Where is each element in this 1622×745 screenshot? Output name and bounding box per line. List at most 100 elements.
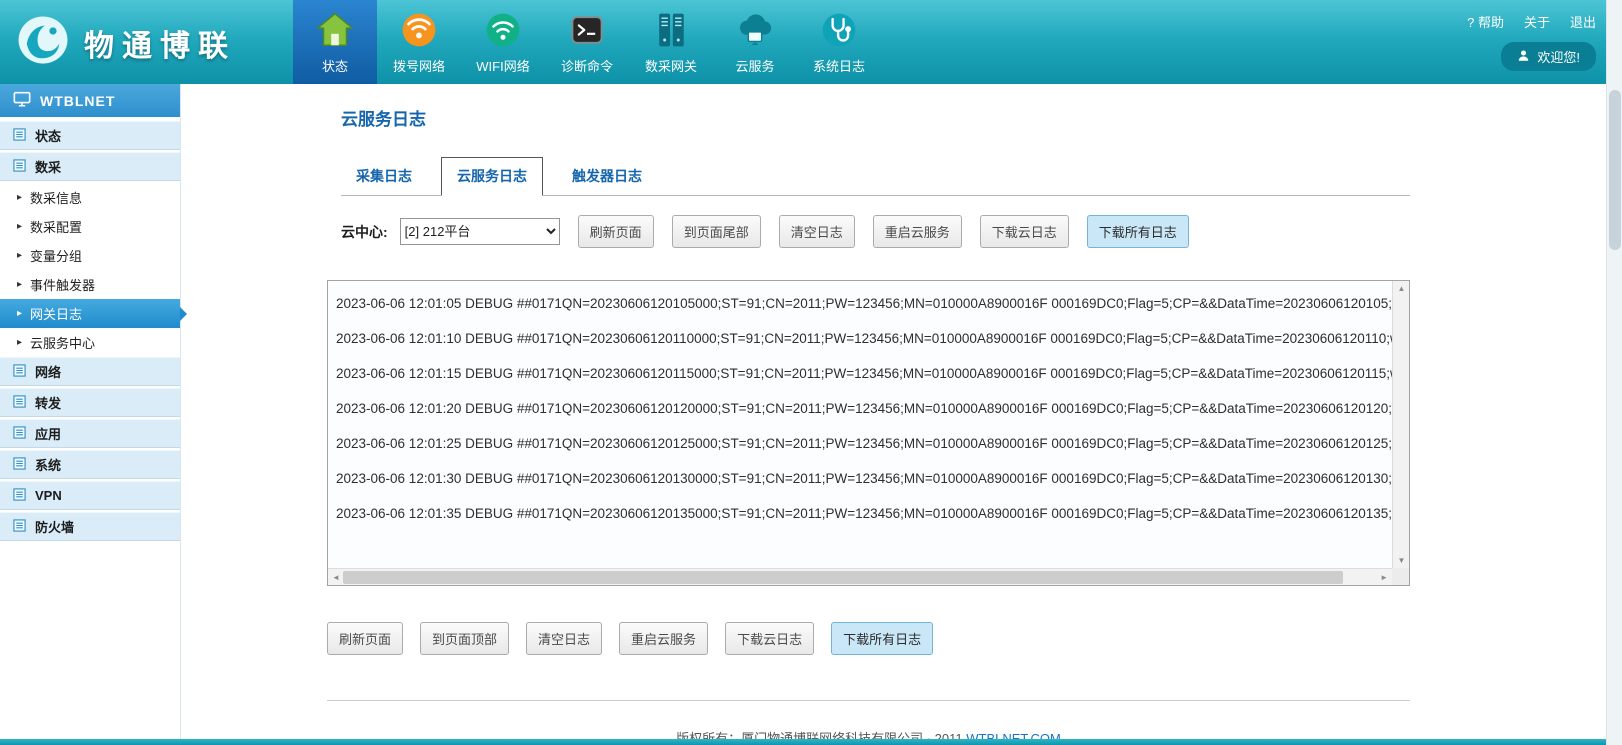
list-icon (13, 364, 26, 380)
sidebar-item-event-trigger[interactable]: ▸ 事件触发器 (0, 270, 180, 299)
scroll-up-icon[interactable]: ▲ (1393, 284, 1410, 293)
user-icon (1517, 49, 1530, 65)
goto-page-bottom-button[interactable]: 到页面尾部 (672, 215, 761, 248)
nav-label: 数采网关 (645, 56, 697, 75)
sidebar-item-gateway-log[interactable]: ▸ 网关日志 (0, 299, 180, 328)
bottom-controls: 刷新页面 到页面顶部 清空日志 重启云服务 下载云日志 下载所有日志 (327, 622, 1410, 655)
sidebar-item-network[interactable]: 网络 (0, 357, 180, 386)
restart-cloud-service-button-bottom[interactable]: 重启云服务 (619, 622, 708, 655)
page-title: 云服务日志 (341, 105, 1410, 130)
bottom-edge-bar (0, 739, 1622, 745)
sidebar-item-label: 云服务中心 (30, 333, 95, 352)
sidebar-item-application[interactable]: 应用 (0, 419, 180, 448)
nav-label: 状态 (322, 56, 348, 75)
home-icon (314, 9, 356, 51)
sidebar-item-status[interactable]: 状态 (0, 121, 180, 150)
sidebar-item-data-acquisition[interactable]: 数采 (0, 152, 180, 181)
sidebar-item-label: 转发 (35, 393, 61, 412)
sidebar-item-label: VPN (35, 488, 62, 503)
nav-label: WIFI网络 (476, 56, 529, 75)
sidebar-item-system[interactable]: 系统 (0, 450, 180, 479)
scroll-left-icon[interactable]: ◄ (332, 573, 340, 582)
sidebar-item-variable-group[interactable]: ▸ 变量分组 (0, 241, 180, 270)
sidebar-item-firewall[interactable]: 防火墙 (0, 512, 180, 541)
list-icon (13, 519, 26, 535)
refresh-page-button-bottom[interactable]: 刷新页面 (327, 622, 403, 655)
caret-right-icon: ▸ (17, 221, 22, 232)
sidebar-item-label: 事件触发器 (30, 275, 95, 294)
page-scrollbar[interactable] (1606, 0, 1622, 745)
sidebar: WTBLNET 状态 数采 ▸ 数采信息 ▸ 数采配置 ▸ 变量分组 ▸ 事件触… (0, 84, 181, 740)
nav-cloud-service[interactable]: 云服务 (713, 0, 797, 84)
logo: 物通博联 (14, 11, 236, 74)
gateway-icon (650, 9, 692, 51)
download-all-logs-button-bottom[interactable]: 下载所有日志 (831, 622, 933, 655)
sidebar-menu: 状态 数采 ▸ 数采信息 ▸ 数采配置 ▸ 变量分组 ▸ 事件触发器 ▸ 网关日… (0, 121, 180, 541)
download-cloud-log-button[interactable]: 下载云日志 (980, 215, 1069, 248)
caret-right-icon: ▸ (17, 279, 22, 290)
list-icon (13, 395, 26, 411)
about-link[interactable]: 关于 (1524, 12, 1550, 31)
help-link[interactable]: ? 帮助 (1467, 12, 1504, 31)
header-links: ? 帮助 关于 退出 (1467, 12, 1596, 31)
refresh-page-button[interactable]: 刷新页面 (578, 215, 654, 248)
clear-log-button[interactable]: 清空日志 (779, 215, 855, 248)
logout-link[interactable]: 退出 (1570, 12, 1596, 31)
nav-data-gateway[interactable]: 数采网关 (629, 0, 713, 84)
page-scroll-thumb[interactable] (1609, 90, 1621, 250)
nav-dial-network[interactable]: 拨号网络 (377, 0, 461, 84)
sidebar-item-vpn[interactable]: VPN (0, 481, 180, 510)
sidebar-item-label: 防火墙 (35, 517, 74, 536)
list-icon (13, 488, 26, 504)
nav-wifi-network[interactable]: WIFI网络 (461, 0, 545, 84)
nav-diagnostic-command[interactable]: 诊断命令 (545, 0, 629, 84)
log-line: 2023-06-06 12:01:15 DEBUG ##0171QN=20230… (336, 356, 1392, 391)
clear-log-button-bottom[interactable]: 清空日志 (526, 622, 602, 655)
cloud-center-select[interactable]: [2] 212平台 (400, 218, 560, 245)
log-viewer[interactable]: 2023-06-06 12:01:05 DEBUG ##0171QN=20230… (327, 280, 1410, 586)
cloud-center-label: 云中心: (341, 222, 388, 242)
tab-trigger-log[interactable]: 触发器日志 (557, 158, 657, 195)
sidebar-item-data-info[interactable]: ▸ 数采信息 (0, 183, 180, 212)
sidebar-item-cloud-center[interactable]: ▸ 云服务中心 (0, 328, 180, 357)
restart-cloud-service-button[interactable]: 重启云服务 (873, 215, 962, 248)
horizontal-scrollbar[interactable]: ◄ ► (328, 568, 1392, 585)
scroll-right-icon[interactable]: ► (1380, 573, 1388, 582)
log-lines: 2023-06-06 12:01:05 DEBUG ##0171QN=20230… (328, 281, 1392, 568)
sidebar-item-label: 网关日志 (30, 304, 82, 323)
stethoscope-icon (818, 9, 860, 51)
list-icon (13, 159, 26, 175)
nav-system-log[interactable]: 系统日志 (797, 0, 881, 84)
welcome-badge[interactable]: 欢迎您! (1501, 42, 1596, 71)
sidebar-item-label: 系统 (35, 455, 61, 474)
tab-collect-log[interactable]: 采集日志 (341, 158, 427, 195)
monitor-icon (13, 90, 31, 111)
sidebar-item-label: 数采配置 (30, 217, 82, 236)
download-cloud-log-button-bottom[interactable]: 下载云日志 (725, 622, 814, 655)
sidebar-item-data-config[interactable]: ▸ 数采配置 (0, 212, 180, 241)
nav-label: 诊断命令 (561, 56, 613, 75)
goto-page-top-button[interactable]: 到页面顶部 (420, 622, 509, 655)
sidebar-item-label: 数采 (35, 157, 61, 176)
log-line: 2023-06-06 12:01:35 DEBUG ##0171QN=20230… (336, 496, 1392, 531)
sidebar-item-forwarding[interactable]: 转发 (0, 388, 180, 417)
nav-label: 云服务 (735, 56, 774, 75)
vertical-scrollbar[interactable]: ▲ ▼ (1392, 281, 1409, 568)
list-icon (13, 457, 26, 473)
wifi-icon (482, 9, 524, 51)
tab-cloud-service-log[interactable]: 云服务日志 (441, 157, 543, 196)
cloud-icon (734, 9, 776, 51)
log-line: 2023-06-06 12:01:25 DEBUG ##0171QN=20230… (336, 426, 1392, 461)
welcome-text: 欢迎您! (1537, 47, 1580, 66)
download-all-logs-button[interactable]: 下载所有日志 (1087, 215, 1189, 248)
horizontal-scroll-thumb[interactable] (343, 571, 1343, 584)
caret-right-icon: ▸ (17, 192, 22, 203)
scroll-down-icon[interactable]: ▼ (1393, 556, 1410, 565)
footer-divider (327, 700, 1410, 701)
log-line: 2023-06-06 12:01:20 DEBUG ##0171QN=20230… (336, 391, 1392, 426)
caret-right-icon: ▸ (17, 250, 22, 261)
nav-status[interactable]: 状态 (293, 0, 377, 84)
sidebar-item-label: 网络 (35, 362, 61, 381)
nav-label: 系统日志 (813, 56, 865, 75)
terminal-icon (566, 9, 608, 51)
